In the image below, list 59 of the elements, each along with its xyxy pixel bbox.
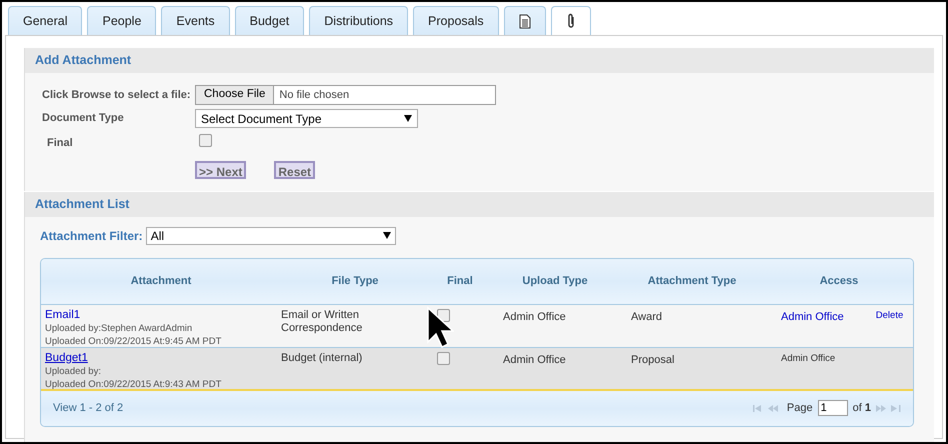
reset-button[interactable]: Reset [274,160,316,178]
attachment-link[interactable]: Email1 [45,308,80,322]
choose-file-button[interactable]: Choose File [196,86,274,104]
view-count: View 1 - 2 of 2 [53,400,124,416]
tab[interactable]: Distributions [309,6,408,35]
page-label: Page [786,400,813,416]
access-link[interactable]: Admin Office [781,308,844,325]
last-page-icon[interactable] [891,404,901,412]
final-label: Final [46,136,74,151]
delete-link[interactable]: Delete [876,308,904,323]
table-row[interactable]: Budget1 Uploaded by: Uploaded On:09/22/2015 At:9:43 AM PDT Budget (internal) Admin Office Proposal Admin Office [41,348,913,390]
tab[interactable]: General [8,6,82,35]
table-row[interactable]: Email1 Uploaded by:Stephen AwardAdmin Uploaded On:09/22/2015 At:9:45 AM PDT Email or Written Correspondence Admin Office Award Admin Office Delete [41,304,913,348]
tab[interactable]: People [87,6,156,35]
uploaded-by: Uploaded by:Stephen AwardAdmin [45,322,194,334]
column-header: Access [820,274,858,289]
checkbox[interactable] [437,352,450,364]
page-input[interactable]: 1 [818,400,848,416]
paperclip-icon [566,13,576,29]
cursor-icon [426,306,454,350]
next-button[interactable]: >> Next [195,160,246,178]
uploaded-on: Uploaded On:09/22/2015 At:9:43 AM PDT [45,378,222,390]
uploaded-on: Uploaded On:09/22/2015 At:9:45 AM PDT [45,334,222,348]
file-type: Email or Written Correspondence [281,308,362,334]
uploaded-by: Uploaded by: [45,364,102,378]
next-page-icon[interactable] [876,404,886,412]
attachment-type: Award [631,310,662,322]
column-header: Upload Type [522,274,588,289]
caret-icon [404,115,412,122]
access-text: Admin Office [781,352,836,366]
tab[interactable]: Proposals [413,6,499,35]
page-total: of 1 [852,400,871,416]
attachment-type: Proposal [631,354,674,366]
upload-type: Admin Office [503,354,566,366]
file-input[interactable]: Choose File No file chosen [195,85,496,105]
caret-icon [382,232,391,239]
first-page-icon[interactable] [752,404,763,412]
document-icon [518,14,531,28]
attachment-link[interactable]: Budget1 [45,352,88,364]
tab[interactable]: Events [161,6,230,35]
tab[interactable]: Budget [234,6,304,35]
file-type: Budget (internal) [281,352,362,364]
checkbox[interactable] [199,134,212,147]
section-title: Attachment List [25,192,934,216]
tab[interactable] [504,6,546,35]
section-title: Add Attachment [25,48,934,73]
column-header: File Type [332,274,378,289]
column-header: Final [447,274,473,289]
attachment-filter-select[interactable]: All [146,226,396,244]
file-status: No file chosen [278,88,350,103]
document-type-label: Document Type [42,111,125,126]
upload-type: Admin Office [503,310,566,322]
filter-label: Attachment Filter: [40,228,143,244]
document-type-select[interactable]: Select Document Type [195,109,418,128]
column-header: Attachment [130,274,192,289]
column-header: Attachment Type [648,274,736,289]
previous-page-icon[interactable] [768,404,778,412]
file-label: Click Browse to select a file: [42,88,192,103]
tab[interactable] [550,6,591,35]
